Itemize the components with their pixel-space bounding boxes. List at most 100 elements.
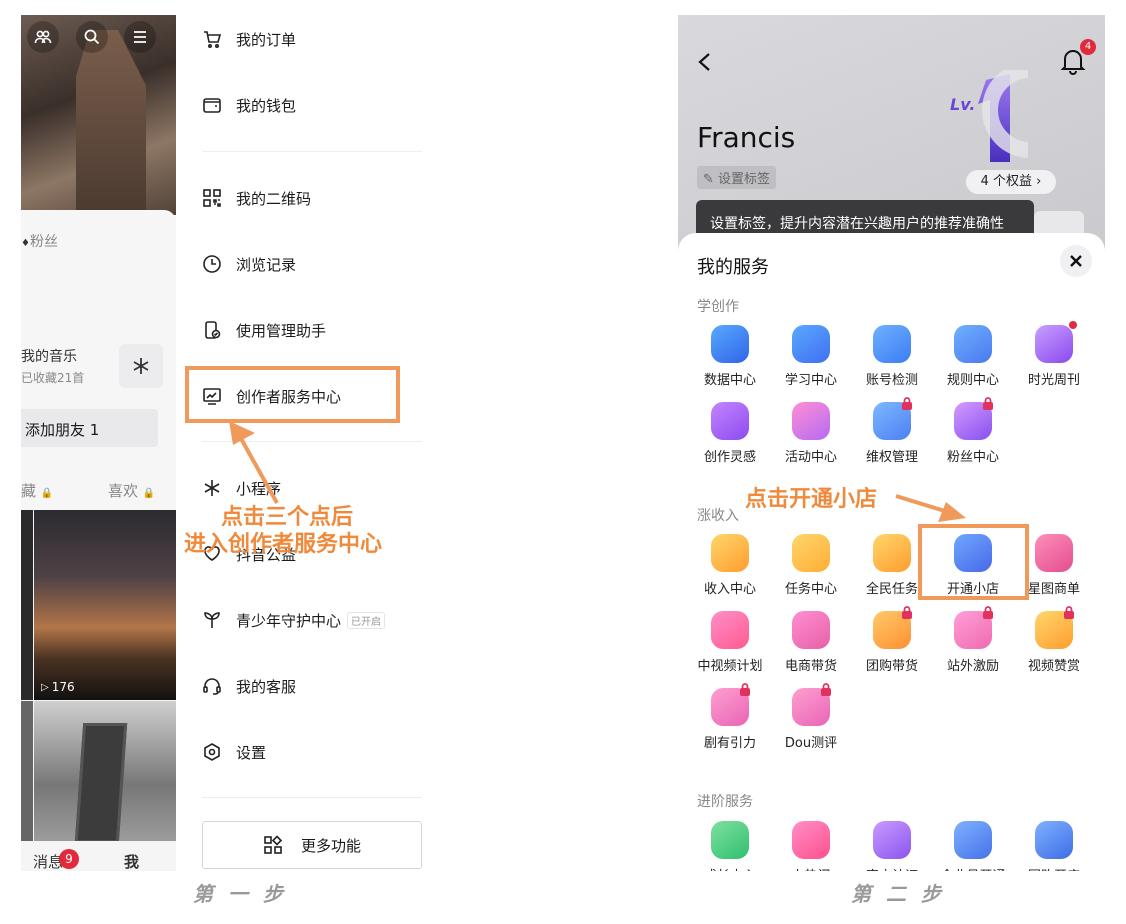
menu-item-settings[interactable]: 设置 — [202, 738, 266, 766]
section-advanced: 进阶服务 — [697, 794, 753, 810]
side-menu: 我的订单 我的钱包 我的二维码 浏览记录 使用管理助手 创作者服务中心 小程序 — [176, 15, 422, 871]
search-icon[interactable] — [76, 21, 108, 53]
cart-icon — [204, 31, 222, 49]
service-icon — [1035, 606, 1074, 649]
service-item[interactable]: 粉丝中心 — [937, 397, 1009, 465]
annotation-step1-line2: 进入创作者服务中心 — [184, 532, 383, 557]
service-label: 活动中心 — [784, 450, 837, 465]
service-item[interactable]: 创作灵感 — [694, 402, 766, 465]
service-label: 官方认证 — [856, 865, 928, 871]
service-icon — [711, 325, 749, 363]
profile-header: Lv. 4 Francis ✎ 设置标签 4 个权益 › 设置标签，提升内容潜在… — [678, 15, 1105, 255]
more-features-label: 更多功能 — [300, 836, 361, 855]
friends-icon[interactable] — [27, 21, 59, 53]
service-label: 站外激励 — [946, 659, 999, 674]
annotation-step2: 点击开通小店 — [745, 487, 878, 512]
menu-item-orders[interactable]: 我的订单 — [202, 25, 296, 53]
annotation-arrow — [895, 494, 966, 522]
video-thumbnail[interactable] — [34, 701, 176, 841]
service-item[interactable]: 成长中心 — [694, 821, 766, 871]
lock-icon — [981, 396, 995, 410]
video-thumbnail[interactable]: ▷ 176 — [34, 510, 176, 700]
service-item[interactable]: 官方认证 — [856, 821, 928, 871]
menu-item-manager[interactable]: 使用管理助手 — [202, 316, 326, 344]
service-icon — [711, 611, 749, 649]
menu-item-wallet[interactable]: 我的钱包 — [202, 91, 296, 119]
menu-label: 设置 — [236, 743, 267, 762]
menu-item-qrcode[interactable]: 我的二维码 — [202, 184, 311, 212]
level-text: Lv. — [950, 95, 976, 114]
service-icon — [873, 606, 912, 649]
service-icon — [954, 325, 992, 363]
menu-divider — [202, 797, 422, 798]
service-label: 维权管理 — [865, 450, 918, 465]
service-icon — [711, 402, 749, 440]
service-item[interactable]: 上热门 — [775, 821, 847, 871]
tab-likes[interactable]: 喜欢 🔒 — [108, 480, 155, 501]
service-item[interactable]: 视频赞赏 — [1018, 606, 1090, 674]
nav-me[interactable]: 我 — [124, 851, 139, 871]
menu-label: 我的客服 — [236, 677, 297, 696]
step-two-label: 第 二 步 — [851, 882, 945, 906]
service-item[interactable]: 团购开店 — [1018, 821, 1090, 871]
menu-item-history[interactable]: 浏览记录 — [202, 250, 296, 278]
service-label: 数据中心 — [703, 373, 756, 388]
service-icon — [1035, 534, 1073, 572]
service-label: 账号检测 — [865, 373, 918, 388]
service-item[interactable]: 学习中心 — [775, 325, 847, 388]
mini-program-star-button[interactable] — [119, 344, 163, 388]
service-item[interactable]: 站外激励 — [937, 606, 1009, 674]
rights-button[interactable]: 4 个权益 › — [966, 170, 1056, 194]
service-item[interactable]: 中视频计划 — [694, 611, 766, 674]
service-label: 学习中心 — [784, 373, 837, 388]
service-label: 创作灵感 — [703, 450, 756, 465]
back-button[interactable] — [694, 51, 716, 77]
lock-icon — [738, 682, 752, 696]
service-item[interactable]: 规则中心 — [937, 325, 1009, 388]
service-icon — [792, 821, 830, 859]
menu-item-service[interactable]: 我的客服 — [202, 672, 296, 700]
service-item[interactable]: 收入中心 — [694, 534, 766, 597]
lock-icon — [819, 682, 833, 696]
video-thumbnail[interactable] — [21, 701, 33, 841]
service-item[interactable]: 数据中心 — [694, 325, 766, 388]
lock-icon: 🔒 — [40, 488, 54, 499]
menu-item-teen-mode[interactable]: 青少年守护中心 已开启 — [202, 606, 386, 634]
service-item[interactable]: 活动中心 — [775, 402, 847, 465]
pencil-icon: ✎ — [703, 172, 714, 187]
service-icon — [711, 821, 749, 859]
menu-label: 我的钱包 — [236, 96, 297, 115]
fans-label[interactable]: ♦粉丝 — [21, 231, 58, 251]
set-tag-button[interactable]: ✎ 设置标签 — [697, 166, 777, 189]
level-badge-icon — [978, 70, 1028, 162]
menu-label: 使用管理助手 — [236, 321, 327, 340]
video-thumbnail[interactable] — [21, 510, 33, 700]
lock-icon — [1062, 605, 1076, 619]
service-icon — [711, 534, 749, 572]
service-item[interactable]: 时光周刊 — [1018, 321, 1090, 388]
tab-collection[interactable]: 藏 🔒 — [21, 480, 53, 501]
notification-button[interactable]: 4 — [1060, 39, 1096, 79]
section-learn: 学创作 — [697, 299, 739, 315]
service-item[interactable]: Dou测评 — [775, 683, 847, 751]
service-item[interactable]: 任务中心 — [775, 534, 847, 597]
menu-label: 浏览记录 — [236, 255, 297, 274]
service-item[interactable]: 电商带货 — [775, 611, 847, 674]
close-button[interactable] — [1060, 245, 1092, 277]
menu-icon[interactable] — [124, 21, 156, 53]
service-item[interactable]: 企业号开通 — [937, 821, 1009, 871]
service-item[interactable]: 剧有引力 — [694, 683, 766, 751]
more-features-button[interactable]: 更多功能 — [202, 821, 422, 869]
service-icon — [873, 325, 911, 363]
service-item[interactable]: 维权管理 — [856, 397, 928, 465]
service-item[interactable]: 账号检测 — [856, 325, 928, 388]
service-icon — [792, 683, 831, 726]
status-badge: 已开启 — [347, 611, 386, 629]
service-label: 中视频计划 — [697, 659, 763, 674]
screenshot-step-two: Lv. 4 Francis ✎ 设置标签 4 个权益 › 设置标签，提升内容潜在… — [678, 15, 1105, 871]
music-title[interactable]: 我的音乐 — [21, 346, 77, 366]
section-income: 涨收入 — [697, 508, 739, 524]
service-label: 上热门 — [775, 865, 847, 871]
add-friend-button[interactable]: 添加朋友 1 — [21, 409, 158, 447]
service-item[interactable]: 团购带货 — [856, 606, 928, 674]
